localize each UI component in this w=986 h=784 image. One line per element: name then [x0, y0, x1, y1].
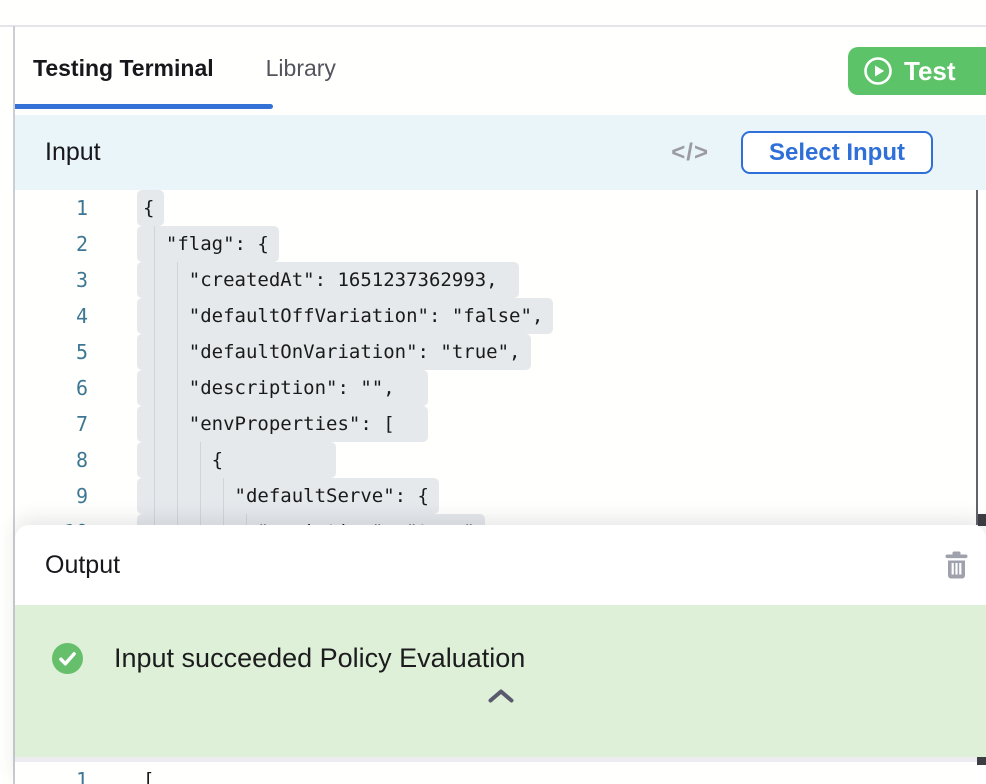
indent-guide [154, 406, 155, 442]
indent-guide [154, 298, 155, 334]
input-code-editor[interactable]: 1{2 "flag": {3 "createdAt": 165123736299… [15, 190, 976, 525]
tab-bar: Testing Terminal Library Test [15, 27, 986, 110]
input-editor-scrollbar-track[interactable] [976, 190, 978, 525]
indent-guide [200, 478, 201, 514]
test-button-label: Test [904, 56, 956, 87]
code-line-content[interactable]: "defaultOnVariation": "true", [88, 334, 976, 370]
code-line-content[interactable]: { [88, 190, 976, 226]
code-line-content[interactable]: "envProperties": [ [88, 406, 976, 442]
indent-guide [154, 262, 155, 298]
indent-guide [177, 370, 178, 406]
indent-guide [154, 226, 155, 262]
code-line-content[interactable]: "flag": { [88, 226, 976, 262]
input-section-header: Input </> Select Input [15, 115, 986, 190]
success-check-icon [52, 643, 83, 674]
selected-text: "defaultOnVariation": "true", [137, 334, 531, 370]
output-code-editor[interactable]: 1[ [15, 762, 976, 784]
output-panel: Output [15, 525, 986, 784]
indent-guide [223, 478, 224, 514]
line-number: 2 [15, 226, 88, 262]
input-title: Input [45, 138, 101, 167]
line-number: 10 [15, 514, 88, 525]
test-button[interactable]: Test [848, 47, 986, 95]
indent-guide [154, 334, 155, 370]
testing-terminal-screen: Testing Terminal Library Test Input </> … [0, 0, 986, 784]
select-input-button[interactable]: Select Input [741, 131, 933, 174]
indent-guide [200, 442, 201, 478]
indent-guide [154, 514, 155, 525]
code-line-content[interactable]: [ [88, 762, 976, 784]
line-number: 1 [15, 762, 88, 784]
selected-text: "envProperties": [ [137, 406, 428, 442]
play-icon [862, 55, 894, 87]
selected-text: { [137, 190, 164, 226]
code-line-content[interactable]: "defaultServe": { [88, 478, 976, 514]
success-banner: Input succeeded Policy Evaluation [15, 605, 986, 757]
line-number: 9 [15, 478, 88, 514]
output-editor-scrollbar-thumb[interactable] [977, 757, 986, 765]
code-line[interactable]: 1{ [15, 190, 976, 226]
selected-text: { [137, 442, 336, 478]
line-number: 5 [15, 334, 88, 370]
indent-guide [177, 478, 178, 514]
line-number: 6 [15, 370, 88, 406]
indent-guide [246, 514, 247, 525]
code-line[interactable]: 6 "description": "", [15, 370, 976, 406]
indent-guide [177, 298, 178, 334]
success-message: Input succeeded Policy Evaluation [114, 643, 525, 674]
line-number: 4 [15, 298, 88, 334]
code-icon[interactable]: </> [671, 139, 709, 167]
line-number: 3 [15, 262, 88, 298]
indent-guide [177, 442, 178, 478]
code-line-content[interactable]: "defaultOffVariation": "false", [88, 298, 976, 334]
active-tab-underline [15, 104, 273, 109]
trash-icon[interactable] [943, 550, 970, 580]
code-line-content[interactable]: { [88, 442, 976, 478]
line-number: 8 [15, 442, 88, 478]
indent-guide [177, 406, 178, 442]
code-line-content[interactable]: "variation": "true" [88, 514, 976, 525]
tab-library[interactable]: Library [266, 55, 336, 82]
indent-guide [154, 478, 155, 514]
indent-guide [177, 514, 178, 525]
indent-guide [223, 514, 224, 525]
selected-text: "flag": { [137, 226, 279, 262]
code-line[interactable]: 8 { [15, 442, 976, 478]
code-line[interactable]: 7 "envProperties": [ [15, 406, 976, 442]
indent-guide [154, 442, 155, 478]
selected-text: "description": "", [137, 370, 428, 406]
code-line[interactable]: 4 "defaultOffVariation": "false", [15, 298, 976, 334]
line-number: 1 [15, 190, 88, 226]
indent-guide [154, 370, 155, 406]
selected-text: "createdAt": 1651237362993, [137, 262, 519, 298]
selected-text: "defaultServe": { [137, 478, 439, 514]
collapse-chevron-icon[interactable] [487, 688, 515, 704]
code-line[interactable]: 9 "defaultServe": { [15, 478, 976, 514]
code-line-content[interactable]: "createdAt": 1651237362993, [88, 262, 976, 298]
indent-guide [200, 514, 201, 525]
code-line[interactable]: 5 "defaultOnVariation": "true", [15, 334, 976, 370]
code-line[interactable]: 2 "flag": { [15, 226, 976, 262]
success-banner-row: Input succeeded Policy Evaluation [52, 643, 986, 674]
selected-text: "variation": "true" [137, 514, 485, 525]
code-line[interactable]: 10 "variation": "true" [15, 514, 976, 525]
selected-text: "defaultOffVariation": "false", [137, 298, 553, 334]
code-line[interactable]: 3 "createdAt": 1651237362993, [15, 262, 976, 298]
code-line[interactable]: 1[ [15, 762, 976, 784]
line-number: 7 [15, 406, 88, 442]
tab-testing-terminal[interactable]: Testing Terminal [33, 55, 214, 82]
indent-guide [177, 262, 178, 298]
code-line-content[interactable]: "description": "", [88, 370, 976, 406]
output-title: Output [45, 551, 120, 580]
output-section-header: Output [15, 525, 986, 605]
indent-guide [177, 334, 178, 370]
